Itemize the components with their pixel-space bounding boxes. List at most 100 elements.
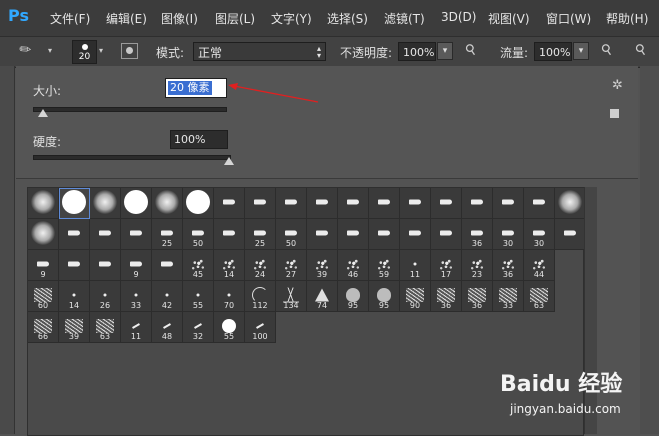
brush-preset[interactable] xyxy=(307,219,338,250)
brush-preset[interactable]: 25 xyxy=(245,219,276,250)
brush-preset[interactable] xyxy=(121,219,152,250)
brush-preset[interactable]: 44 xyxy=(524,250,555,281)
gear-icon[interactable]: ✲ xyxy=(612,78,623,93)
brush-preset[interactable]: 48 xyxy=(152,312,183,343)
brush-preset[interactable] xyxy=(369,219,400,250)
brush-preset[interactable] xyxy=(462,188,493,219)
brush-preset[interactable]: 33 xyxy=(121,281,152,312)
brush-preset[interactable]: 39 xyxy=(307,250,338,281)
menu-view[interactable]: 视图(V) xyxy=(488,10,530,27)
brush-preset[interactable]: 25 xyxy=(152,219,183,250)
new-preset-icon[interactable] xyxy=(610,109,619,118)
brush-preset[interactable]: 45 xyxy=(183,250,214,281)
brush-preset[interactable]: 50 xyxy=(276,219,307,250)
brush-preset[interactable]: 46 xyxy=(338,250,369,281)
opacity-input[interactable]: 100% xyxy=(398,42,436,61)
brush-preset[interactable]: 50 xyxy=(183,219,214,250)
brush-preset[interactable]: 26 xyxy=(90,281,121,312)
brush-preset[interactable]: 60 xyxy=(28,281,59,312)
brush-preset[interactable] xyxy=(59,219,90,250)
brush-preset[interactable] xyxy=(245,188,276,219)
brush-preset[interactable] xyxy=(90,188,121,219)
brush-preset[interactable] xyxy=(90,250,121,281)
brush-preset[interactable]: 14 xyxy=(59,281,90,312)
brush-preset[interactable] xyxy=(59,188,90,219)
brush-preset[interactable] xyxy=(152,250,183,281)
brush-preset[interactable] xyxy=(338,219,369,250)
brush-preset[interactable]: 36 xyxy=(493,250,524,281)
brush-preset[interactable]: 95 xyxy=(338,281,369,312)
pressure-size-icon[interactable]: ⚲ xyxy=(632,41,650,60)
hardness-slider-track[interactable] xyxy=(33,155,231,160)
brush-preset[interactable] xyxy=(214,219,245,250)
brush-preset[interactable]: 63 xyxy=(524,281,555,312)
brush-preset[interactable]: 30 xyxy=(493,219,524,250)
brush-preset[interactable] xyxy=(152,188,183,219)
brush-preset[interactable]: 90 xyxy=(400,281,431,312)
brush-preset[interactable] xyxy=(90,219,121,250)
brush-preset[interactable]: 39 xyxy=(59,312,90,343)
brush-preset[interactable]: 27 xyxy=(276,250,307,281)
brush-preset[interactable] xyxy=(555,188,586,219)
brush-preset[interactable] xyxy=(524,188,555,219)
size-slider-thumb[interactable] xyxy=(37,109,48,117)
menu-image[interactable]: 图像(I) xyxy=(161,10,198,27)
brush-preset[interactable]: 63 xyxy=(90,312,121,343)
brush-preset[interactable]: 59 xyxy=(369,250,400,281)
brush-preset[interactable]: 30 xyxy=(524,219,555,250)
brush-preset[interactable] xyxy=(338,188,369,219)
brush-preset[interactable] xyxy=(214,188,245,219)
opacity-dropdown-button[interactable]: ▾ xyxy=(437,42,453,60)
brush-preset[interactable]: 14 xyxy=(214,250,245,281)
brush-preset[interactable]: 11 xyxy=(121,312,152,343)
brush-preset[interactable]: 32 xyxy=(183,312,214,343)
brush-preset[interactable] xyxy=(400,219,431,250)
brush-preset[interactable]: 36 xyxy=(462,281,493,312)
hardness-input[interactable]: 100% xyxy=(170,130,228,149)
brush-preset[interactable] xyxy=(28,219,59,250)
brush-preset[interactable]: 55 xyxy=(183,281,214,312)
brush-preset[interactable] xyxy=(431,188,462,219)
brush-preset[interactable]: 24 xyxy=(245,250,276,281)
pressure-opacity-icon[interactable]: ⚲ xyxy=(462,41,480,60)
brush-preset[interactable] xyxy=(276,188,307,219)
blend-mode-select[interactable]: 正常 ▴ ▾ xyxy=(193,42,326,61)
brush-preset[interactable]: 70 xyxy=(214,281,245,312)
menu-help[interactable]: 帮助(H) xyxy=(606,10,648,27)
brush-preset[interactable] xyxy=(431,219,462,250)
brush-preset[interactable] xyxy=(369,188,400,219)
menu-select[interactable]: 选择(S) xyxy=(327,10,368,27)
hardness-slider-thumb[interactable] xyxy=(224,157,234,165)
brush-preset[interactable] xyxy=(493,188,524,219)
brush-panel-toggle-icon[interactable] xyxy=(121,43,138,59)
brush-preset-picker[interactable]: 20 xyxy=(72,40,97,64)
menu-layer[interactable]: 图层(L) xyxy=(215,10,255,27)
brush-preset[interactable]: 134 xyxy=(276,281,307,312)
size-slider-track[interactable] xyxy=(33,107,227,112)
brush-preset[interactable] xyxy=(59,250,90,281)
menu-edit[interactable]: 编辑(E) xyxy=(106,10,147,27)
brush-preset[interactable]: 17 xyxy=(431,250,462,281)
brush-preset[interactable]: 74 xyxy=(307,281,338,312)
brush-preset[interactable]: 36 xyxy=(462,219,493,250)
menu-window[interactable]: 窗口(W) xyxy=(546,10,591,27)
menu-type[interactable]: 文字(Y) xyxy=(271,10,312,27)
menu-filter[interactable]: 滤镜(T) xyxy=(384,10,425,27)
brush-preset[interactable] xyxy=(121,188,152,219)
brush-preset[interactable]: 100 xyxy=(245,312,276,343)
brush-preset[interactable]: 66 xyxy=(28,312,59,343)
brush-preset[interactable] xyxy=(183,188,214,219)
brush-preset[interactable]: 55 xyxy=(214,312,245,343)
brush-preset[interactable] xyxy=(307,188,338,219)
brush-preset[interactable] xyxy=(555,219,586,250)
brush-preset[interactable]: 36 xyxy=(431,281,462,312)
menu-file[interactable]: 文件(F) xyxy=(50,10,90,27)
tool-preset-dropdown-icon[interactable]: ▾ xyxy=(48,46,52,55)
brush-tool-icon[interactable]: ✎ xyxy=(16,40,35,60)
brush-preset[interactable]: 11 xyxy=(400,250,431,281)
brush-preset[interactable]: 9 xyxy=(121,250,152,281)
brush-preset[interactable]: 112 xyxy=(245,281,276,312)
brush-preset[interactable] xyxy=(400,188,431,219)
airbrush-icon[interactable]: ⚲ xyxy=(598,41,616,60)
size-input[interactable]: 20 像素 xyxy=(165,78,227,98)
